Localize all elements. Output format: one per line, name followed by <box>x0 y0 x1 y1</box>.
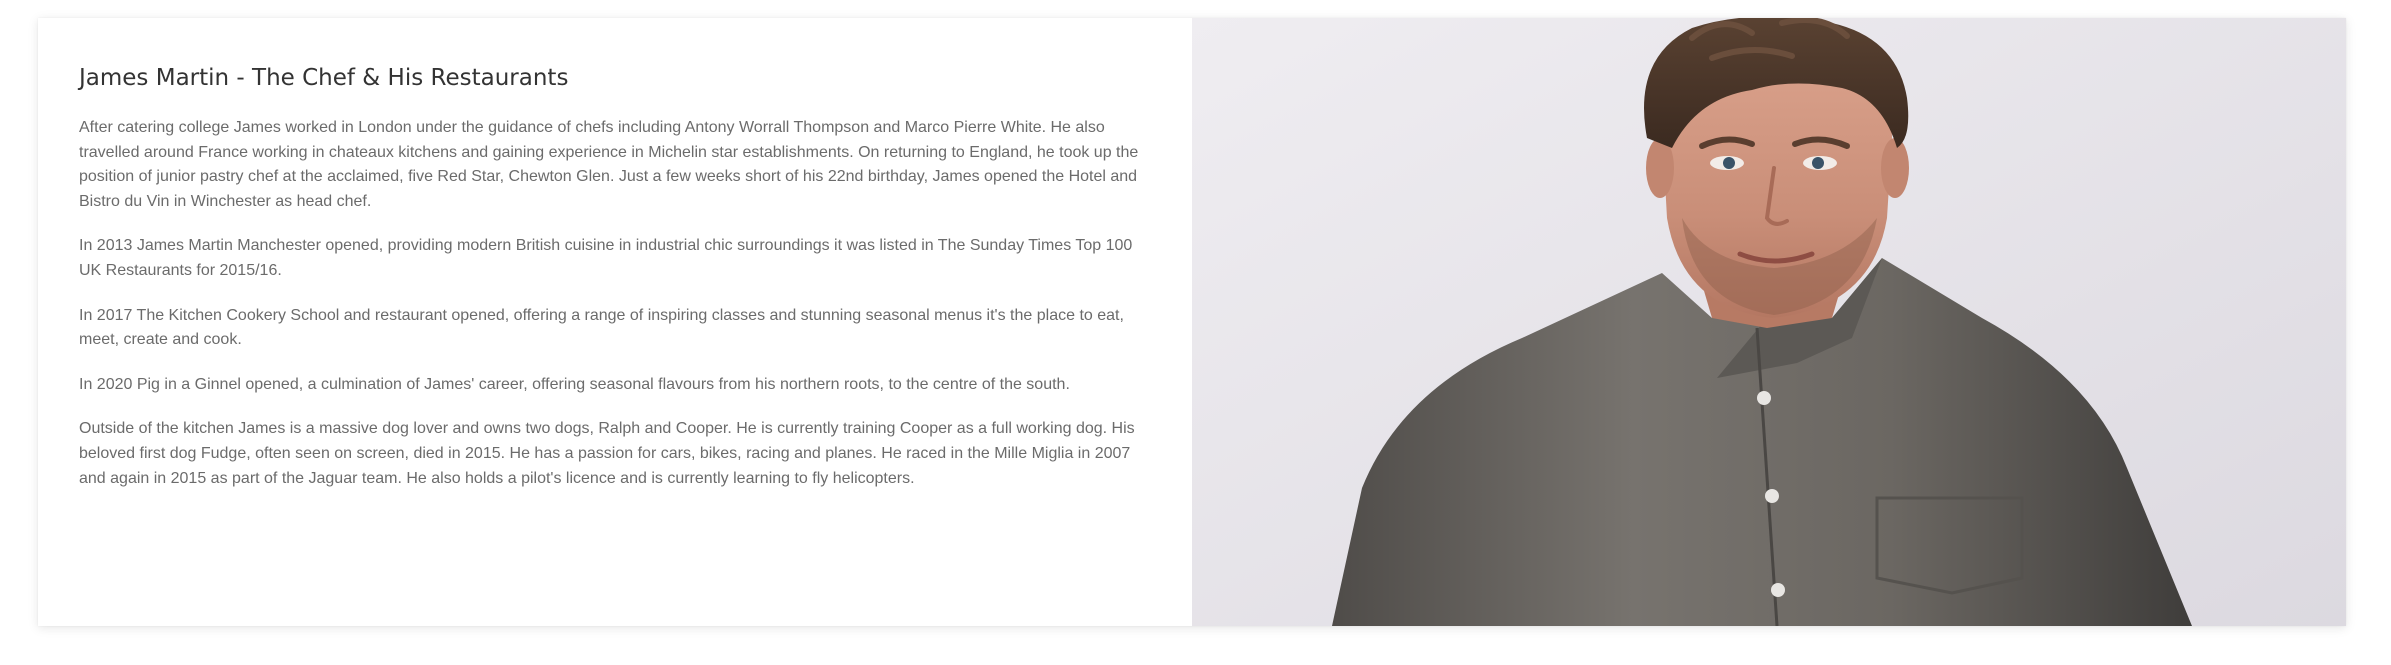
ear-right <box>1881 138 1909 198</box>
page-title: James Martin - The Chef & His Restaurant… <box>79 65 569 91</box>
chef-portrait-image <box>1192 18 2346 626</box>
paragraph-training: After catering college James worked in L… <box>79 119 1139 210</box>
about-text-column: James Martin - The Chef & His Restaurant… <box>38 18 1192 626</box>
paragraph-pig-in-a-ginnel: In 2020 Pig in a Ginnel opened, a culmin… <box>79 375 1070 393</box>
shirt-button <box>1757 391 1771 405</box>
paragraph-manchester: In 2013 James Martin Manchester opened, … <box>79 237 1133 279</box>
paragraph-cookery-school: In 2017 The Kitchen Cookery School and r… <box>79 306 1124 349</box>
shirt-button <box>1765 489 1779 503</box>
chef-portrait-illustration <box>1192 18 2346 626</box>
iris-left <box>1723 157 1735 169</box>
about-card: James Martin - The Chef & His Restaurant… <box>38 18 2346 626</box>
shirt-button <box>1771 583 1785 597</box>
iris-right <box>1812 157 1824 169</box>
paragraph-personal-life: Outside of the kitchen James is a massiv… <box>79 420 1135 487</box>
